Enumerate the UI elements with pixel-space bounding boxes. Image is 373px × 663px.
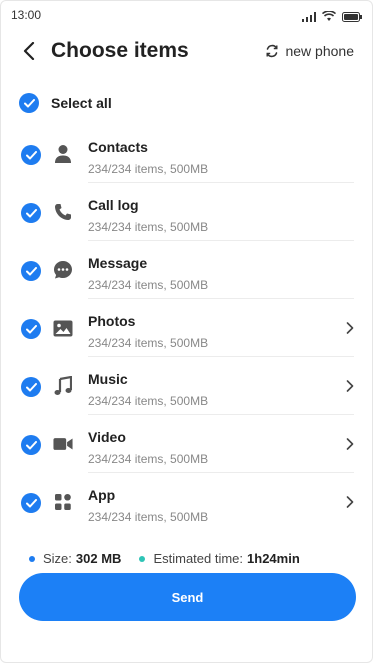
- checkmark-icon: [25, 208, 37, 217]
- item-name: Contacts: [88, 139, 148, 155]
- item-name: Music: [88, 371, 128, 387]
- back-button[interactable]: [17, 39, 41, 63]
- item-name: Message: [88, 255, 148, 271]
- item-name: Call log: [88, 197, 139, 213]
- header: Choose items new phone: [1, 33, 372, 73]
- list-item-app[interactable]: App 234/234 items, 500MB: [1, 473, 372, 531]
- video-camera-icon: [53, 434, 73, 454]
- checkmark-icon: [25, 382, 37, 391]
- item-detail: 234/234 items, 500MB: [88, 394, 209, 408]
- checkmark-icon: [23, 98, 35, 107]
- time-value: 1h24min: [247, 551, 300, 566]
- select-all-toggle[interactable]: Select all: [19, 93, 112, 113]
- item-detail: 234/234 items, 500MB: [88, 162, 209, 176]
- item-detail: 234/234 items, 500MB: [88, 220, 209, 234]
- list-item-call-log[interactable]: Call log 234/234 items, 500MB: [1, 183, 372, 241]
- chevron-right-icon[interactable]: [342, 436, 358, 452]
- item-checkbox[interactable]: [21, 203, 41, 223]
- signal-icon: [302, 9, 316, 27]
- item-checkbox[interactable]: [21, 435, 41, 455]
- chevron-left-icon: [23, 42, 35, 60]
- send-button[interactable]: Send: [19, 573, 356, 621]
- checkmark-icon: [25, 440, 37, 449]
- checkmark-icon: [25, 324, 37, 333]
- item-name: Video: [88, 429, 126, 445]
- phone-icon: [53, 202, 73, 222]
- list-item-contacts[interactable]: Contacts 234/234 items, 500MB: [1, 125, 372, 183]
- status-time: 13:00: [11, 8, 42, 22]
- message-icon: [53, 260, 73, 280]
- checkmark-icon: [25, 266, 37, 275]
- item-detail: 234/234 items, 500MB: [88, 510, 209, 524]
- item-detail: 234/234 items, 500MB: [88, 336, 209, 350]
- item-checkbox[interactable]: [21, 261, 41, 281]
- battery-icon: [342, 9, 362, 27]
- chevron-right-icon[interactable]: [342, 320, 358, 336]
- item-name: App: [88, 487, 116, 503]
- page-title: Choose items: [51, 39, 189, 62]
- item-checkbox[interactable]: [21, 493, 41, 513]
- list-item-music[interactable]: Music 234/234 items, 500MB: [1, 357, 372, 415]
- checkmark-icon: [25, 150, 37, 159]
- status-bar: 13:00: [1, 1, 372, 29]
- music-note-icon: [53, 376, 73, 396]
- item-checkbox[interactable]: [21, 319, 41, 339]
- time-dot: [139, 555, 146, 562]
- chevron-right-icon[interactable]: [342, 378, 358, 394]
- list-item-message[interactable]: Message 234/234 items, 500MB: [1, 241, 372, 299]
- size-label: Size:: [43, 551, 72, 566]
- chevron-right-icon[interactable]: [342, 494, 358, 510]
- time-label: Estimated time:: [153, 551, 244, 566]
- app-screen: 13:00 Choose items new phone Select all: [0, 0, 373, 663]
- size-value: 302 MB: [75, 551, 122, 566]
- refresh-icon: [266, 44, 278, 58]
- size-dot: [29, 555, 35, 562]
- status-icons: [302, 9, 362, 27]
- item-detail: 234/234 items, 500MB: [88, 452, 209, 466]
- checkmark-icon: [25, 498, 37, 507]
- person-icon: [53, 144, 73, 164]
- transfer-summary: Size: 302 MB Estimated time: 1h24min: [29, 551, 300, 566]
- image-icon: [53, 318, 73, 338]
- item-checkbox[interactable]: [21, 145, 41, 165]
- new-phone-button[interactable]: new phone: [265, 43, 354, 59]
- list-item-photos[interactable]: Photos 234/234 items, 500MB: [1, 299, 372, 357]
- wifi-icon: [321, 9, 337, 27]
- select-all-checkbox[interactable]: [19, 93, 39, 113]
- list-item-video[interactable]: Video 234/234 items, 500MB: [1, 415, 372, 473]
- item-detail: 234/234 items, 500MB: [88, 278, 209, 292]
- apps-grid-icon: [53, 492, 73, 512]
- select-all-label: Select all: [51, 95, 112, 111]
- new-phone-label: new phone: [285, 43, 354, 59]
- item-checkbox[interactable]: [21, 377, 41, 397]
- item-list: Contacts 234/234 items, 500MB Call log 2…: [1, 125, 372, 531]
- item-name: Photos: [88, 313, 136, 329]
